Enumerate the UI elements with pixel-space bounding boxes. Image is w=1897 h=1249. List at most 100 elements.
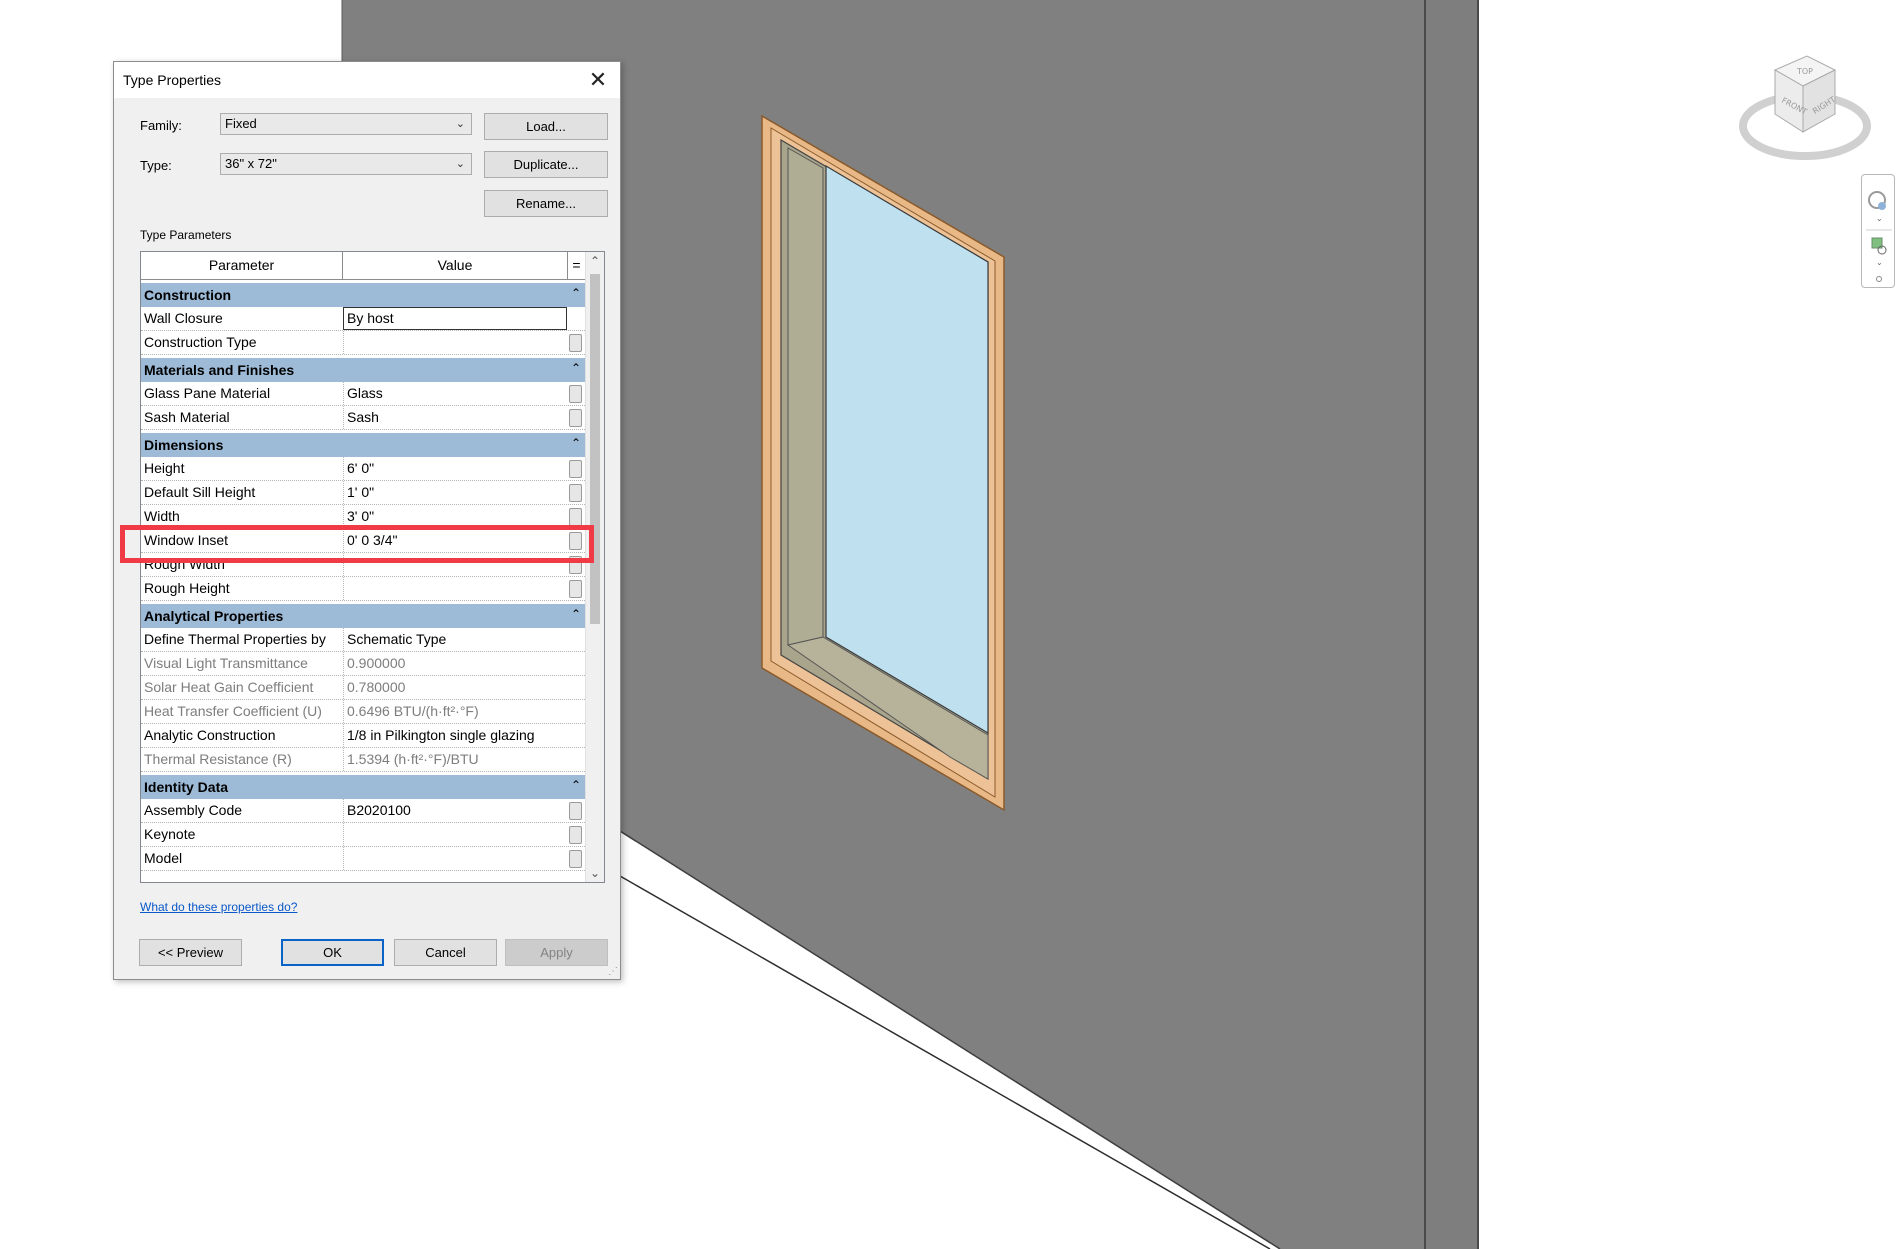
group-header-label: Dimensions <box>144 437 224 453</box>
associate-parameter-button[interactable] <box>569 409 582 427</box>
parameter-value[interactable]: 0.6496 BTU/(h·ft²·°F) <box>343 700 569 723</box>
group-header[interactable]: Identity Data ⌃ <box>141 772 587 799</box>
grid-scrollbar[interactable]: ⌃ ⌄ <box>585 252 604 882</box>
parameter-value[interactable]: 1' 0" <box>343 481 569 504</box>
parameter-row[interactable]: Solar Heat Gain Coefficient 0.780000 <box>141 676 587 700</box>
parameter-value[interactable]: Glass <box>343 382 569 405</box>
preview-button[interactable]: << Preview <box>139 939 242 966</box>
associate-parameter-button[interactable] <box>569 385 582 403</box>
group-header-label: Construction <box>144 287 232 303</box>
parameter-row[interactable]: Keynote <box>141 823 587 847</box>
dialog-title: Type Properties <box>123 72 222 88</box>
associate-parameter-button[interactable] <box>569 334 582 352</box>
parameter-name: Model <box>144 850 183 866</box>
parameter-value[interactable]: 1/8 in Pilkington single glazing <box>343 724 569 747</box>
window-glass[interactable] <box>825 164 989 735</box>
parameter-row[interactable]: Sash Material Sash <box>141 406 587 430</box>
view-cube-icon[interactable]: TOP FRONT RIGHT <box>1735 48 1875 168</box>
associate-parameter-button[interactable] <box>569 508 582 526</box>
parameter-row[interactable]: Default Sill Height 1' 0" <box>141 481 587 505</box>
family-dropdown[interactable]: Fixed ⌄ <box>220 113 472 135</box>
wall-edge <box>1425 0 1478 1249</box>
parameter-row[interactable]: Wall Closure By host <box>141 307 587 331</box>
associate-parameter-button[interactable] <box>569 484 582 502</box>
chevron-down-icon: ⌄ <box>455 158 465 170</box>
collapse-icon[interactable]: ⌃ <box>571 602 581 626</box>
parameter-value[interactable]: 6' 0" <box>343 457 569 480</box>
associate-parameter-button[interactable] <box>569 802 582 820</box>
rename-button[interactable]: Rename... <box>484 190 608 217</box>
family-label: Family: <box>140 118 182 133</box>
grid-header: Parameter Value = <box>141 252 587 280</box>
load-button[interactable]: Load... <box>484 113 608 140</box>
duplicate-button[interactable]: Duplicate... <box>484 151 608 178</box>
parameter-row[interactable]: Construction Type <box>141 331 587 355</box>
parameter-row[interactable]: Glass Pane Material Glass <box>141 382 587 406</box>
collapse-icon[interactable]: ⌃ <box>571 281 581 305</box>
parameter-name: Visual Light Transmittance <box>144 655 308 671</box>
group-header-label: Materials and Finishes <box>144 362 295 378</box>
associate-parameter-button[interactable] <box>569 460 582 478</box>
parameter-value[interactable] <box>343 577 569 600</box>
window-inset-highlight <box>120 525 594 563</box>
apply-button[interactable]: Apply <box>505 939 608 966</box>
scroll-down-icon[interactable]: ⌄ <box>586 864 604 882</box>
nav-options-icon[interactable] <box>1876 276 1882 282</box>
group-header[interactable]: Materials and Finishes ⌃ <box>141 355 587 382</box>
parameter-value[interactable]: By host <box>343 307 567 330</box>
parameter-row[interactable]: Analytic Construction 1/8 in Pilkington s… <box>141 724 587 748</box>
scroll-thumb[interactable] <box>590 274 600 624</box>
parameter-value[interactable]: B2020100 <box>343 799 569 822</box>
nav-chevron-down-icon-2[interactable]: ⌄ <box>1876 258 1883 267</box>
parameter-value[interactable]: Schematic Type <box>343 628 569 651</box>
close-icon[interactable]: ✕ <box>586 68 610 92</box>
scroll-up-icon[interactable]: ⌃ <box>586 252 604 270</box>
column-header-formula[interactable]: = <box>568 252 585 279</box>
associate-parameter-button[interactable] <box>569 826 582 844</box>
associate-parameter-button[interactable] <box>569 850 582 868</box>
dialog-titlebar[interactable]: Type Properties ✕ <box>114 62 620 98</box>
parameter-row[interactable]: Model <box>141 847 587 871</box>
parameter-name: Construction Type <box>144 334 257 350</box>
parameter-row[interactable]: Assembly Code B2020100 <box>141 799 587 823</box>
parameter-name: Wall Closure <box>144 310 223 326</box>
parameter-row[interactable]: Visual Light Transmittance 0.900000 <box>141 652 587 676</box>
parameter-value[interactable] <box>343 823 569 846</box>
parameter-value[interactable] <box>343 847 569 870</box>
nav-chevron-down-icon[interactable]: ⌄ <box>1876 214 1883 223</box>
parameter-name: Assembly Code <box>144 802 243 818</box>
parameter-row[interactable]: Rough Height <box>141 577 587 601</box>
parameter-row[interactable]: Heat Transfer Coefficient (U) 0.6496 BTU/… <box>141 700 587 724</box>
group-header[interactable]: Analytical Properties ⌃ <box>141 601 587 628</box>
chevron-down-icon: ⌄ <box>455 118 465 130</box>
parameter-name: Thermal Resistance (R) <box>144 751 292 767</box>
collapse-icon[interactable]: ⌃ <box>571 356 581 380</box>
help-link[interactable]: What do these properties do? <box>140 900 297 914</box>
window-sash-left <box>787 147 824 646</box>
type-value: 36" x 72" <box>225 156 277 171</box>
ok-button[interactable]: OK <box>281 939 384 966</box>
parameter-value[interactable]: 1.5394 (h·ft²·°F)/BTU <box>343 748 569 771</box>
parameter-name: Analytic Construction <box>144 727 276 743</box>
parameter-value[interactable]: 0.900000 <box>343 652 569 675</box>
parameter-row[interactable]: Define Thermal Properties by Schematic Ty… <box>141 628 587 652</box>
collapse-icon[interactable]: ⌃ <box>571 773 581 797</box>
parameter-name: Default Sill Height <box>144 484 256 500</box>
family-value: Fixed <box>225 116 257 131</box>
type-dropdown[interactable]: 36" x 72" ⌄ <box>220 153 472 175</box>
parameter-value[interactable]: 0.780000 <box>343 676 569 699</box>
parameter-name: Glass Pane Material <box>144 385 271 401</box>
parameter-row[interactable]: Thermal Resistance (R) 1.5394 (h·ft²·°F)/… <box>141 748 587 772</box>
column-header-value[interactable]: Value <box>343 252 568 279</box>
associate-parameter-button[interactable] <box>569 580 582 598</box>
parameter-name: Rough Height <box>144 580 230 596</box>
collapse-icon[interactable]: ⌃ <box>571 431 581 455</box>
parameter-value[interactable]: Sash <box>343 406 569 429</box>
parameter-row[interactable]: Height 6' 0" <box>141 457 587 481</box>
column-header-parameter[interactable]: Parameter <box>141 252 343 279</box>
cancel-button[interactable]: Cancel <box>394 939 497 966</box>
group-header[interactable]: Construction ⌃ <box>141 280 587 307</box>
group-header[interactable]: Dimensions ⌃ <box>141 430 587 457</box>
resize-grip-icon[interactable]: ⋰ <box>608 966 618 977</box>
parameter-value[interactable] <box>343 331 569 354</box>
